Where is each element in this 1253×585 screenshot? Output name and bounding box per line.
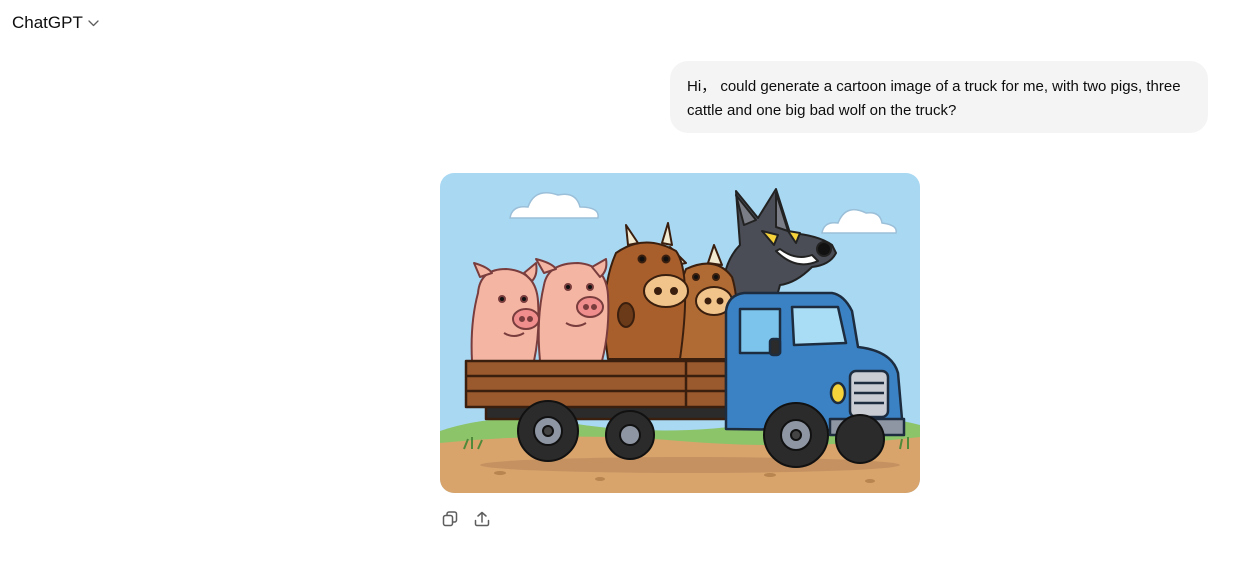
wheel <box>763 402 829 468</box>
share-button[interactable] <box>472 511 492 531</box>
share-icon <box>473 510 491 533</box>
copy-icon <box>441 510 459 533</box>
truck-bed <box>464 359 732 421</box>
wheel <box>517 400 579 462</box>
model-name: ChatGPT <box>12 13 83 32</box>
wheel <box>605 410 655 460</box>
chevron-down-icon <box>88 20 99 27</box>
user-message-bubble: Hi， could generate a cartoon image of a … <box>670 61 1208 133</box>
model-switcher[interactable]: ChatGPT <box>12 10 99 36</box>
copy-button[interactable] <box>440 510 460 533</box>
message-actions <box>440 510 492 533</box>
chat-app: ChatGPT Hi， could generate a cartoon ima… <box>0 0 1253 585</box>
user-message-text: Hi， could generate a cartoon image of a … <box>687 78 1181 119</box>
generated-image[interactable] <box>440 173 920 493</box>
wheel <box>835 414 885 464</box>
cartoon-truck-illustration <box>440 173 920 493</box>
